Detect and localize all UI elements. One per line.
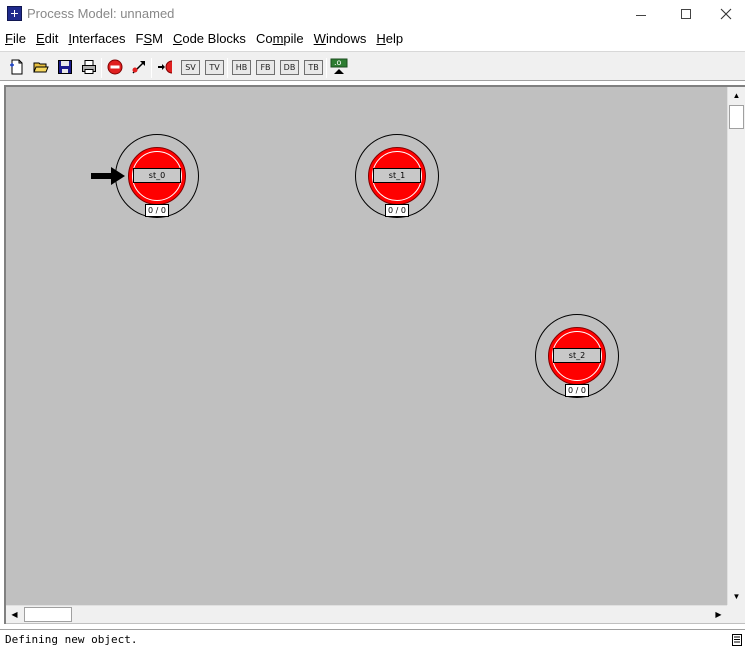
menu-file-mnemonic: F bbox=[5, 31, 13, 46]
maximize-icon bbox=[681, 9, 691, 19]
tv-button[interactable]: TV bbox=[205, 60, 224, 75]
menu-compile-pre: Co bbox=[255, 31, 273, 46]
state-counter: 0 / 0 bbox=[145, 204, 169, 217]
menu-code-blocks[interactable]: Code Blocks bbox=[168, 29, 251, 49]
create-state-icon bbox=[158, 60, 173, 74]
menu-file[interactable]: File bbox=[0, 29, 31, 49]
vertical-scrollbar[interactable]: ▲ ▼ bbox=[727, 87, 745, 605]
state-counter: 0 / 0 bbox=[385, 204, 409, 217]
toolbar: SV TV HB FB DB TB .o bbox=[0, 51, 745, 81]
close-button[interactable] bbox=[707, 0, 745, 28]
menu-windows[interactable]: Windows bbox=[309, 29, 372, 49]
menu-compile-mnemonic: m bbox=[272, 31, 284, 46]
open-folder-icon bbox=[33, 62, 49, 73]
menu-help-mnemonic: H bbox=[376, 31, 386, 46]
compile-badge: .o bbox=[334, 58, 342, 67]
scroll-right-icon[interactable]: ▶ bbox=[710, 606, 727, 623]
menu-code-blocks-post: ode Blocks bbox=[182, 31, 246, 46]
menu-windows-post: indows bbox=[325, 31, 367, 46]
maximize-button[interactable] bbox=[663, 0, 709, 28]
state-st-0[interactable]: st_0 0 / 0 bbox=[115, 134, 199, 218]
create-state-button[interactable] bbox=[156, 58, 174, 76]
horizontal-scroll-thumb[interactable] bbox=[24, 607, 72, 622]
window-title: Process Model: unnamed bbox=[27, 6, 175, 21]
hb-button[interactable]: HB bbox=[232, 60, 251, 75]
toolbar-separator bbox=[227, 58, 228, 78]
sv-button[interactable]: SV bbox=[181, 60, 200, 75]
star-app-icon[interactable] bbox=[7, 6, 22, 21]
menu-fsm-mnemonic: S bbox=[143, 31, 153, 46]
print-icon bbox=[82, 60, 96, 74]
save-button[interactable] bbox=[56, 58, 74, 76]
close-icon bbox=[720, 8, 732, 20]
state-label[interactable]: st_0 bbox=[133, 168, 181, 183]
save-disk-icon bbox=[58, 60, 72, 74]
scrollbar-corner bbox=[727, 605, 745, 623]
new-document-icon bbox=[10, 59, 23, 75]
state-st-2[interactable]: st_2 0 / 0 bbox=[535, 314, 619, 398]
create-transition-button[interactable] bbox=[130, 58, 148, 76]
menu-code-blocks-mnemonic: C bbox=[172, 31, 183, 46]
toolbar-separator bbox=[151, 58, 152, 78]
status-message: Defining new object. bbox=[5, 633, 138, 646]
toolbar-separator bbox=[326, 58, 327, 78]
menu-help-post: elp bbox=[385, 31, 404, 46]
state-label[interactable]: st_2 bbox=[553, 348, 601, 363]
menu-edit-post: dit bbox=[44, 31, 59, 46]
menu-interfaces[interactable]: Interfaces bbox=[63, 29, 130, 49]
menu-file-post: ile bbox=[12, 31, 26, 46]
menu-fsm[interactable]: FSM bbox=[130, 29, 167, 49]
menu-windows-mnemonic: W bbox=[313, 31, 326, 46]
state-label[interactable]: st_1 bbox=[373, 168, 421, 183]
fsm-canvas[interactable]: st_0 0 / 0 st_1 0 / 0 st_2 0 / 0 bbox=[6, 87, 727, 605]
menu-compile-post: pile bbox=[283, 31, 304, 46]
state-st-1[interactable]: st_1 0 / 0 bbox=[355, 134, 439, 218]
compile-button[interactable]: .o bbox=[330, 58, 348, 76]
menu-bar: File Edit Interfaces FSM Code Blocks Com… bbox=[0, 29, 745, 49]
minimize-icon bbox=[636, 14, 646, 16]
stop-button[interactable] bbox=[106, 58, 124, 76]
fb-button[interactable]: FB bbox=[256, 60, 275, 75]
horizontal-scrollbar[interactable]: ◀ ▶ bbox=[6, 605, 727, 623]
vertical-scroll-thumb[interactable] bbox=[729, 105, 744, 129]
scroll-up-icon[interactable]: ▲ bbox=[728, 87, 745, 104]
transition-arrow-icon bbox=[132, 61, 145, 74]
scroll-down-icon[interactable]: ▼ bbox=[728, 588, 745, 605]
initial-state-arrow-icon bbox=[91, 167, 125, 185]
open-button[interactable] bbox=[32, 58, 50, 76]
toolbar-separator bbox=[101, 58, 102, 78]
status-bar: Defining new object. bbox=[0, 629, 745, 649]
new-button[interactable] bbox=[8, 58, 26, 76]
menu-fsm-post: M bbox=[152, 31, 163, 46]
menu-edit[interactable]: Edit bbox=[31, 29, 63, 49]
minimize-button[interactable] bbox=[618, 0, 664, 28]
title-bar: Process Model: unnamed bbox=[0, 0, 745, 28]
menu-edit-mnemonic: E bbox=[35, 31, 45, 46]
status-list-icon[interactable] bbox=[731, 633, 743, 647]
menu-help[interactable]: Help bbox=[371, 29, 408, 49]
state-counter: 0 / 0 bbox=[565, 384, 589, 397]
stop-icon bbox=[107, 59, 123, 75]
tb-button[interactable]: TB bbox=[304, 60, 323, 75]
scroll-left-icon[interactable]: ◀ bbox=[6, 606, 23, 623]
menu-interfaces-post: nterfaces bbox=[72, 31, 126, 46]
db-button[interactable]: DB bbox=[280, 60, 299, 75]
menu-compile[interactable]: Compile bbox=[251, 29, 309, 49]
print-button[interactable] bbox=[80, 58, 98, 76]
